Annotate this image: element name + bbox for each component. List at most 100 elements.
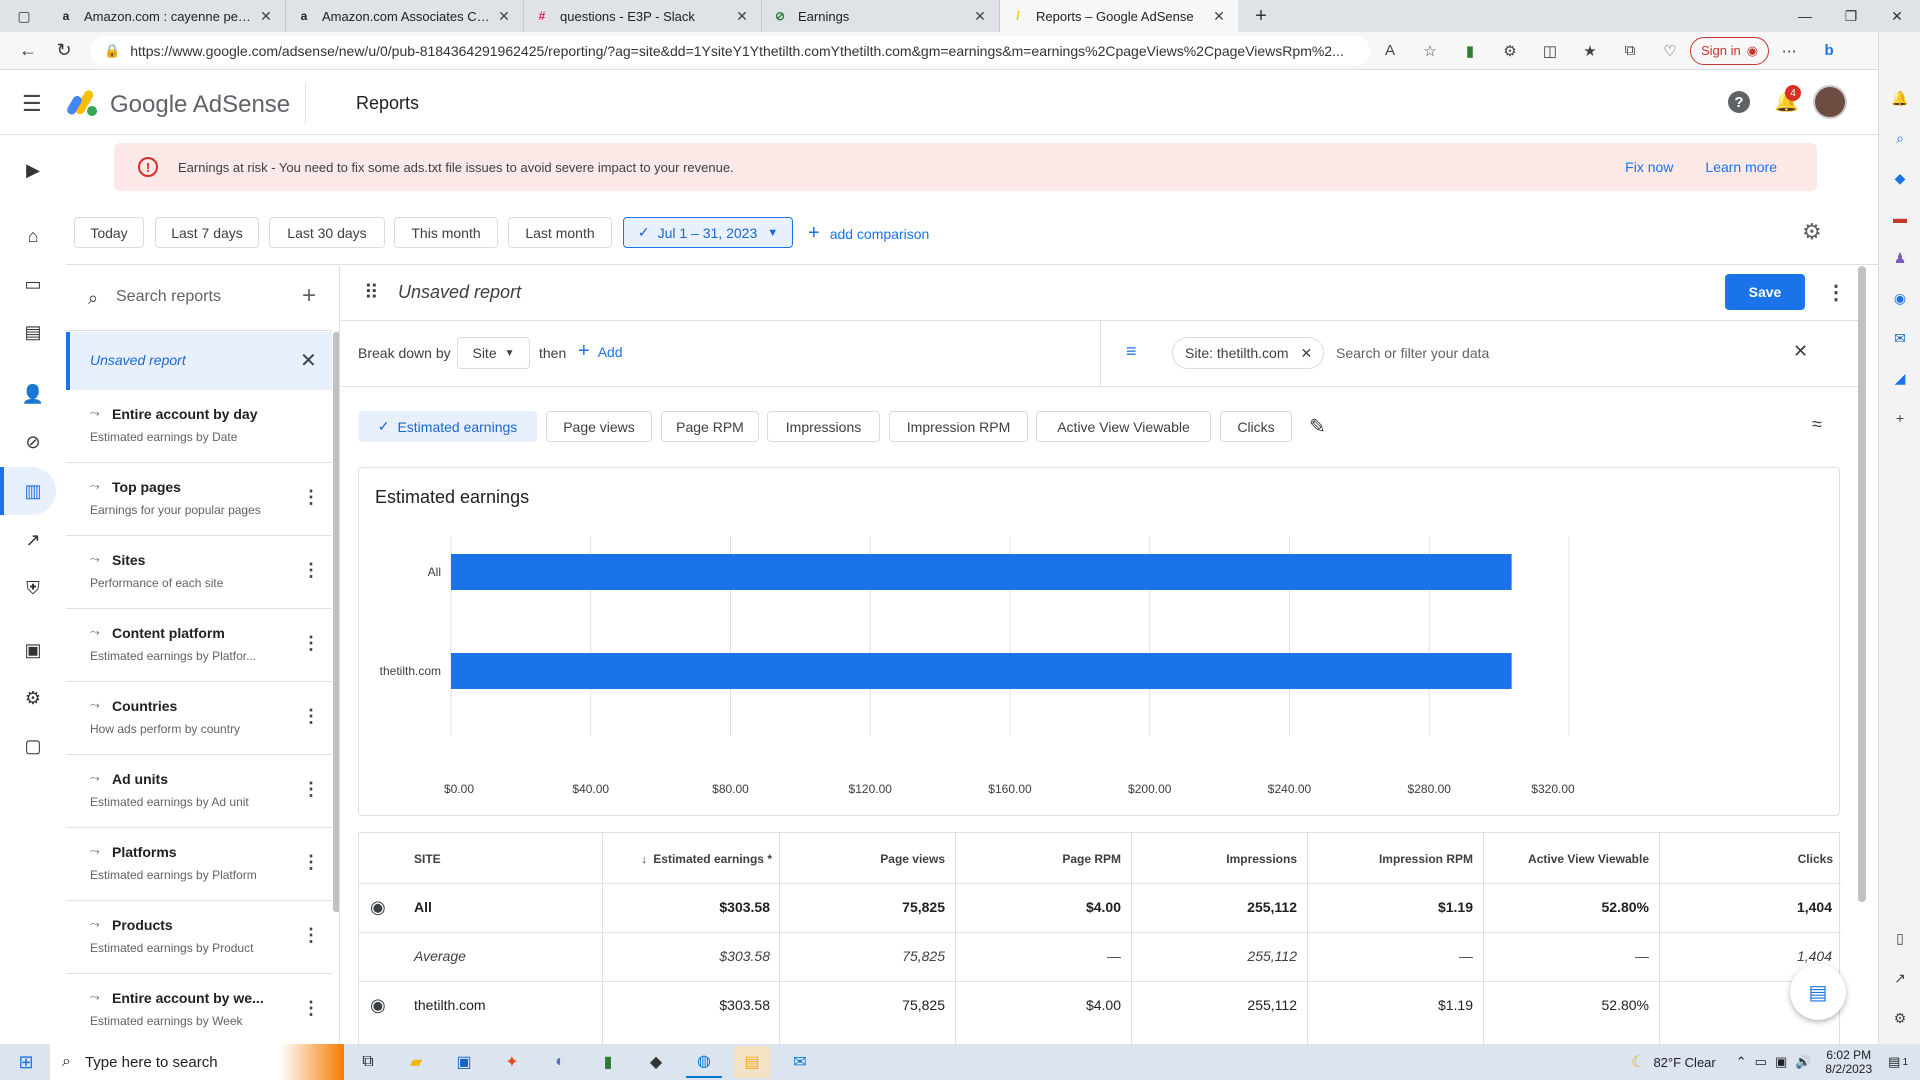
list-item[interactable]: ⤳ Ad units Estimated earnings by Ad unit… — [66, 755, 332, 828]
browser-tab[interactable]: # questions - E3P - Slack ✕ — [524, 0, 762, 32]
ads-icon[interactable]: ▭ — [20, 271, 46, 297]
edge-icon[interactable]: ◍ — [686, 1046, 722, 1078]
sign-in-button[interactable]: Sign in ◉ — [1690, 36, 1770, 65]
tools-icon[interactable]: ▬ — [1890, 208, 1910, 228]
date-chip-last-7[interactable]: Last 7 days — [155, 217, 259, 248]
optimization-icon[interactable]: ↗ — [20, 527, 46, 553]
url-field[interactable]: 🔒 https://www.google.com/adsense/new/u/0… — [90, 35, 1370, 66]
app-icon[interactable]: ✦ — [494, 1046, 530, 1078]
col-header-page-views[interactable]: Page views — [780, 835, 945, 883]
hamburger-menu-icon[interactable]: ☰ — [22, 91, 42, 117]
metric-chip-active-view[interactable]: Active View Viewable — [1036, 411, 1211, 442]
settings-icon[interactable]: ⚙ — [1890, 1008, 1910, 1028]
eye-icon[interactable]: ◉ — [370, 883, 386, 931]
date-chip-last-30[interactable]: Last 30 days — [269, 217, 385, 248]
more-vert-icon[interactable]: ⋮ — [302, 925, 320, 946]
col-header-page-rpm[interactable]: Page RPM — [956, 835, 1121, 883]
external-link-icon[interactable]: ↗ — [1890, 968, 1910, 988]
learn-more-link[interactable]: Learn more — [1705, 159, 1777, 175]
sidebar-toggle-icon[interactable]: ▯ — [1890, 928, 1910, 948]
list-item[interactable]: ⤳ Entire account by we... Estimated earn… — [66, 974, 332, 1044]
more-vert-icon[interactable]: ⋮ — [302, 779, 320, 800]
scrollbar-thumb[interactable] — [1858, 266, 1866, 902]
col-header-impression-rpm[interactable]: Impression RPM — [1308, 835, 1473, 883]
app-icon[interactable]: ◆ — [638, 1046, 674, 1078]
weather-widget[interactable]: ☾ 82°F Clear — [1631, 1052, 1716, 1072]
help-icon[interactable]: ? — [1728, 91, 1750, 113]
chevron-up-icon[interactable]: ⌃ — [1736, 1054, 1747, 1070]
metric-chip-impression-rpm[interactable]: Impression RPM — [889, 411, 1028, 442]
browser-tab[interactable]: a Amazon.com Associates Central ✕ — [286, 0, 524, 32]
feedback-icon[interactable]: ▢ — [20, 733, 46, 759]
more-vert-icon[interactable]: ⋮ — [302, 560, 320, 581]
avatar[interactable] — [1813, 85, 1847, 119]
new-tab-icon[interactable]: + — [1238, 0, 1284, 32]
eye-icon[interactable]: ◉ — [370, 981, 386, 1029]
list-item[interactable]: ⤳ Content platform Estimated earnings by… — [66, 609, 332, 682]
performance-icon[interactable]: ♡ — [1650, 36, 1690, 66]
payments-icon[interactable]: ▣ — [20, 637, 46, 663]
notification-center-icon[interactable]: ▤ 1 — [1888, 1054, 1908, 1070]
mail-icon[interactable]: ✉ — [782, 1046, 818, 1078]
close-icon[interactable]: ✕ — [1793, 341, 1808, 362]
more-vert-icon[interactable]: ⋮ — [302, 998, 320, 1019]
close-window-icon[interactable]: ✕ — [1874, 0, 1920, 32]
privacy-messaging-icon[interactable]: 👤 — [20, 381, 46, 407]
blocking-controls-icon[interactable]: ⊘ — [20, 429, 46, 455]
sites-icon[interactable]: ▤ — [20, 319, 46, 345]
restore-icon[interactable]: ❐ — [1828, 0, 1874, 32]
clock[interactable]: 6:02 PM 8/2/2023 — [1825, 1048, 1872, 1076]
extension-chart-icon[interactable]: ▮ — [1450, 36, 1490, 66]
chart-bar[interactable] — [451, 554, 1512, 590]
volume-icon[interactable]: 🔊 — [1795, 1054, 1811, 1070]
filter-chip[interactable]: Site: thetilth.com ✕ — [1172, 337, 1324, 369]
list-item[interactable]: ⤳ Countries How ads perform by country ⋮ — [66, 682, 332, 755]
col-header-site[interactable]: SITE — [414, 835, 441, 883]
filter-icon[interactable]: ≡ — [1126, 341, 1137, 362]
network-icon[interactable]: ▭ — [1755, 1054, 1767, 1070]
chart-bar[interactable] — [451, 653, 1512, 689]
more-vert-icon[interactable]: ⋮ — [1826, 280, 1846, 305]
list-item[interactable]: ⤳ Platforms Estimated earnings by Platfo… — [66, 828, 332, 901]
close-icon[interactable]: ✕ — [1301, 345, 1313, 362]
date-range-selector[interactable]: ✓ Jul 1 – 31, 2023 ▼ — [623, 217, 793, 248]
close-icon[interactable]: ✕ — [300, 348, 317, 373]
settings-gear-icon[interactable]: ⚙ — [1802, 219, 1822, 245]
more-vert-icon[interactable]: ⋮ — [302, 487, 320, 508]
list-item[interactable]: ⤳ Top pages Earnings for your popular pa… — [66, 463, 332, 536]
more-menu-icon[interactable]: ⋯ — [1769, 36, 1809, 66]
browser-tab[interactable]: ⊘ Earnings ✕ — [762, 0, 1000, 32]
app-icon[interactable]: ▤ — [734, 1046, 770, 1078]
breakdown-select[interactable]: Site ▼ — [457, 337, 530, 369]
tab-actions-icon[interactable]: ▢ — [0, 0, 48, 32]
notification-bell-icon[interactable]: 🔔 — [1890, 88, 1910, 108]
apps-grid-icon[interactable]: ⠿ — [364, 280, 379, 305]
games-icon[interactable]: ♟ — [1890, 248, 1910, 268]
save-button[interactable]: Save — [1725, 274, 1805, 310]
metric-chip-estimated-earnings[interactable]: ✓ Estimated earnings — [358, 411, 537, 442]
browser-tab-active[interactable]: / Reports – Google AdSense ✕ — [1000, 0, 1238, 32]
taskbar-search-input[interactable]: ⌕ Type here to search — [50, 1044, 344, 1080]
fix-now-link[interactable]: Fix now — [1625, 159, 1673, 175]
browser-tab[interactable]: a Amazon.com : cayenne pepper b ✕ — [48, 0, 286, 32]
list-item[interactable]: ⤳ Products Estimated earnings by Product… — [66, 901, 332, 974]
list-item[interactable]: ⤳ Sites Performance of each site ⋮ — [66, 536, 332, 609]
more-vert-icon[interactable]: ⋮ — [302, 706, 320, 727]
edit-pencil-icon[interactable]: ✎ — [1309, 414, 1326, 439]
col-header-clicks[interactable]: Clicks — [1660, 835, 1833, 883]
close-icon[interactable]: ✕ — [1210, 8, 1228, 25]
more-vert-icon[interactable]: ⋮ — [302, 852, 320, 873]
outlook-icon[interactable]: ✉ — [1890, 328, 1910, 348]
policy-center-icon[interactable]: ⛨ — [20, 575, 46, 601]
add-icon[interactable]: + — [1890, 408, 1910, 428]
more-vert-icon[interactable]: ⋮ — [302, 633, 320, 654]
collections-icon[interactable]: ⧉ — [1610, 36, 1650, 66]
reports-icon[interactable]: ▥ — [20, 478, 46, 504]
windows-start-icon[interactable]: ⊞ — [8, 1046, 44, 1078]
app-icon[interactable]: ▮ — [590, 1046, 626, 1078]
account-settings-icon[interactable]: ⚙ — [20, 685, 46, 711]
metric-chip-clicks[interactable]: Clicks — [1220, 411, 1292, 442]
close-icon[interactable]: ✕ — [495, 8, 513, 25]
current-report-item[interactable]: Unsaved report ✕ — [66, 332, 332, 390]
add-breakdown-button[interactable]: + Add — [578, 340, 623, 363]
